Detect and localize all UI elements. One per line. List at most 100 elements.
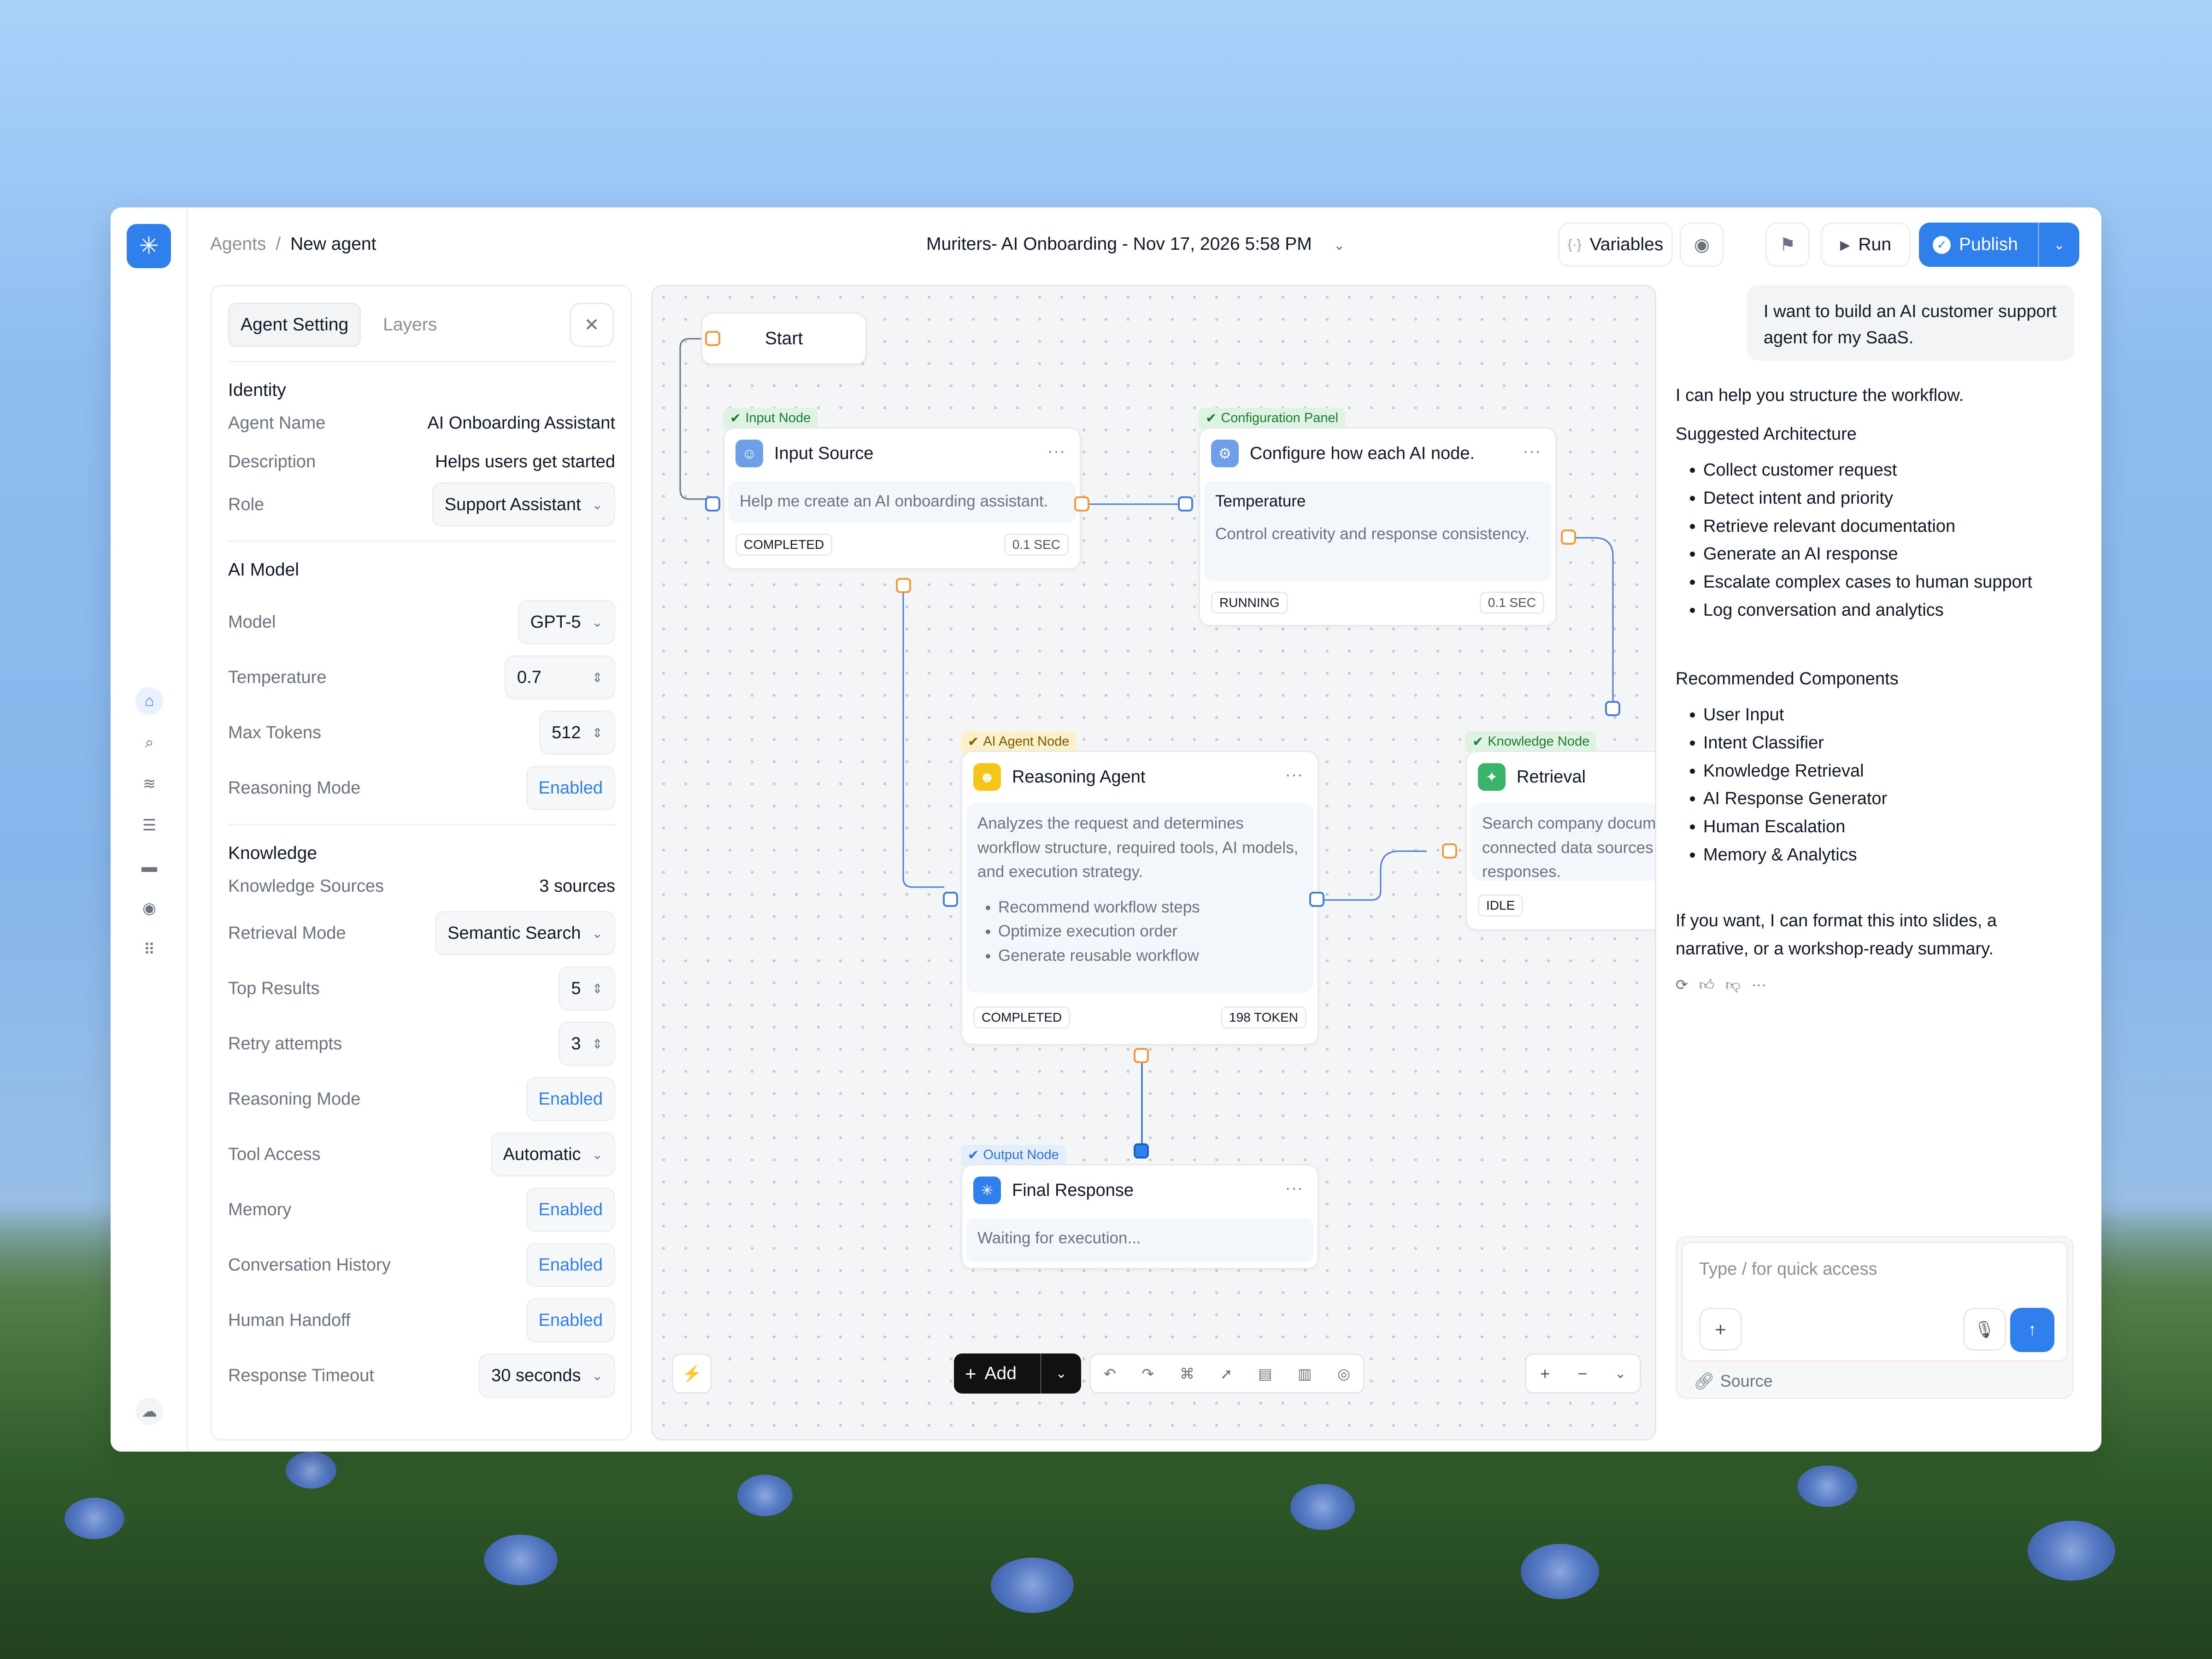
agent-node-out-port[interactable] [1309,892,1324,907]
search-icon[interactable]: ⌕ [135,729,163,756]
composer-input[interactable]: Type / for quick access [1699,1259,1877,1279]
model-select[interactable]: GPT-5 ⌄ [518,600,615,644]
more-icon[interactable]: ··· [1047,442,1066,460]
add-node-button[interactable]: + Add ⌄ [954,1353,1081,1394]
tab-agent-setting[interactable]: Agent Setting [228,303,361,347]
model-value: GPT-5 [530,612,581,632]
sparkle-logo-icon: ✳ [973,1177,1001,1204]
mic-icon[interactable]: 🎙︎ [1963,1308,2006,1351]
flower [286,1452,336,1488]
config-node[interactable]: ⚙ Configure how each AI node. ··· Temper… [1199,427,1557,626]
knowledge-node-in-port[interactable] [1442,843,1457,859]
config-node-in-port[interactable] [1178,496,1193,512]
zoom-out-icon[interactable]: − [1577,1364,1587,1383]
role-select[interactable]: Support Assistant ⌄ [432,482,615,527]
model-row: Model GPT-5 ⌄ [228,600,615,644]
connector-config-knowledge [1568,537,1614,709]
more-icon[interactable]: ··· [1523,442,1541,460]
start-port[interactable] [705,331,720,346]
zoom-in-icon[interactable]: + [1540,1364,1550,1383]
knowledge-node-top-port[interactable] [1605,701,1620,716]
input-node[interactable]: ☺ Input Source ··· Help me create an AI … [723,427,1081,570]
knowledge-node[interactable]: ✦ Retrieval Search company documentation… [1465,751,1655,930]
tool-access-value: Automatic [503,1144,581,1164]
thumbs-up-icon[interactable]: 👍︎ [1699,976,1714,994]
cursor-icon[interactable]: ➚ [1220,1365,1233,1382]
knowledge-reasoning-toggle[interactable]: Enabled [526,1077,615,1121]
agent-name-value[interactable]: AI Onboarding Assistant [427,413,615,433]
status-badge: COMPLETED [735,534,833,556]
agent-node-in-port[interactable] [943,892,958,907]
nodes-icon[interactable]: ⌘ [1180,1365,1194,1382]
start-node[interactable]: Start [701,312,867,365]
workflow-canvas[interactable]: Start ✔ Input Node ☺ Input Source ··· Hel… [651,285,1656,1441]
agent-node-header: ☻ Reasoning Agent [973,763,1145,791]
memory-toggle[interactable]: Enabled [526,1188,615,1232]
list-item: User Input [1703,701,1887,729]
plus-icon[interactable]: + [1699,1308,1742,1351]
close-icon[interactable]: ✕ [570,303,614,347]
config-node-out-port[interactable] [1561,529,1576,545]
temperature-stepper[interactable]: 0.7 ⇕ [505,655,615,700]
output-node-header: ✳ Final Response [973,1177,1134,1204]
thumbs-down-icon[interactable]: 👎︎ [1725,976,1740,994]
max-tokens-stepper[interactable]: 512 ⇕ [539,711,615,755]
lightning-button[interactable]: ⚡ [672,1353,712,1394]
agent-node-bottom-port[interactable] [1134,1048,1149,1063]
input-node-bottom-port[interactable] [896,578,911,593]
chevron-down-icon: ⌄ [592,615,603,629]
publish-button[interactable]: ✓ Publish [1919,235,2038,255]
retry-attempts-stepper[interactable]: 3 ⇕ [559,1022,615,1066]
send-icon[interactable]: ↑ [2010,1308,2054,1352]
grid-icon[interactable]: ⠿ [135,936,163,964]
reasoning-mode-toggle[interactable]: Enabled [526,766,615,810]
compass-icon[interactable]: ◉ [135,894,163,922]
document-icon[interactable]: ▤ [1258,1365,1272,1382]
more-icon[interactable]: ··· [1285,1179,1304,1197]
layers-icon[interactable]: ≋ [135,770,163,798]
database-icon[interactable]: ☰ [135,812,163,839]
temperature-label: Temperature [228,667,327,687]
input-node-out-port[interactable] [1074,496,1089,512]
description-value[interactable]: Helps users get started [435,452,615,472]
chevron-down-icon[interactable]: ⌄ [1615,1366,1625,1381]
top-results-stepper[interactable]: 5 ⇕ [559,966,615,1011]
retrieval-mode-select[interactable]: Semantic Search ⌄ [435,911,615,955]
redo-icon[interactable]: ↷ [1141,1365,1154,1382]
knowledge-node-body: Search company documentation and connect… [1471,803,1655,881]
input-node-in-port[interactable] [705,496,720,512]
more-icon[interactable]: ··· [1285,766,1304,784]
camera-icon[interactable]: ◎ [1337,1365,1350,1382]
undo-icon[interactable]: ↶ [1104,1365,1116,1382]
variables-label: Variables [1589,235,1664,254]
regenerate-icon[interactable]: ⟳ [1676,976,1688,994]
cloud-icon[interactable]: ☁ [135,1398,163,1425]
output-node-in-port[interactable] [1134,1143,1149,1159]
tool-access-select[interactable]: Automatic ⌄ [490,1132,615,1177]
home-icon[interactable]: ⌂ [135,687,163,715]
ai-agent-node[interactable]: ☻ Reasoning Agent ··· Analyzes the reque… [961,751,1319,1045]
record-button[interactable]: ◉ [1680,223,1724,267]
document-title-dropdown[interactable]: Muriters- AI Onboarding - Nov 17, 2026 5… [926,234,1345,254]
output-node[interactable]: ✳ Final Response ··· Waiting for executi… [961,1164,1319,1269]
variables-button[interactable]: {·} Variables [1558,223,1673,267]
breadcrumb-parent[interactable]: Agents [210,234,266,254]
response-timeout-select[interactable]: 30 seconds ⌄ [479,1353,615,1398]
agent-node-bullets: Recommend workflow steps Optimize execut… [977,895,1302,968]
run-button[interactable]: ▶ Run [1821,223,1911,267]
flag-button[interactable]: ⚑ [1765,223,1810,267]
source-button[interactable]: 🔗︎ Source [1694,1371,1773,1391]
config-node-description: Control creativity and response consiste… [1215,524,1530,543]
sparkle-logo-icon[interactable]: ✳ [127,224,171,268]
chevron-down-icon[interactable]: ⌄ [1041,1365,1081,1382]
human-handoff-toggle[interactable]: Enabled [526,1298,615,1342]
more-icon[interactable]: ··· [1752,976,1766,994]
folder-icon[interactable]: ▬ [135,853,163,881]
config-node-title: Configure how each AI node. [1250,443,1475,463]
tab-layers[interactable]: Layers [372,303,448,347]
knowledge-sources-value[interactable]: 3 sources [539,877,615,896]
conversation-history-toggle[interactable]: Enabled [526,1243,615,1287]
list-item: AI Response Generator [1703,785,1887,813]
publish-options-chevron-icon[interactable]: ⌄ [2039,237,2079,253]
map-icon[interactable]: ▥ [1298,1365,1312,1382]
